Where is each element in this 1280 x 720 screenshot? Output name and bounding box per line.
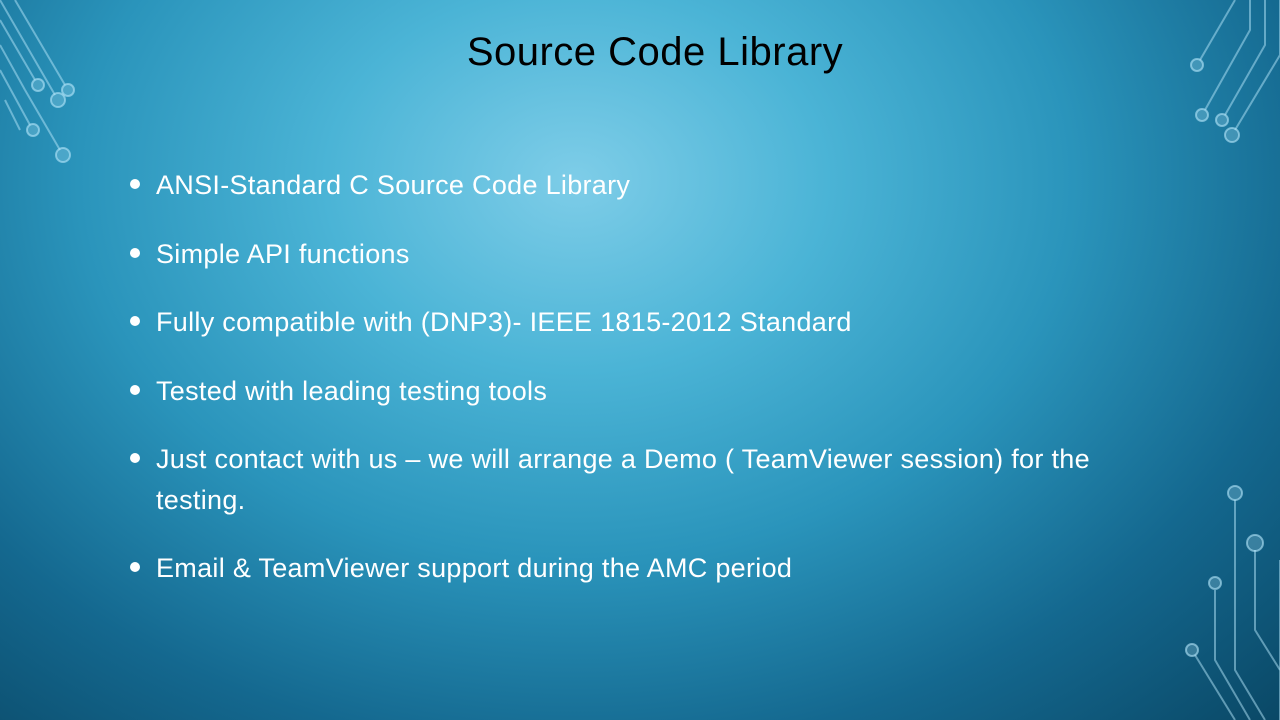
bullet-icon xyxy=(130,179,140,189)
list-item: ANSI-Standard C Source Code Library xyxy=(130,165,1180,206)
bullet-text: Tested with leading testing tools xyxy=(156,371,547,412)
bullet-icon xyxy=(130,316,140,326)
bullet-text: Just contact with us – we will arrange a… xyxy=(156,439,1180,520)
list-item: Fully compatible with (DNP3)- IEEE 1815-… xyxy=(130,302,1180,343)
bullet-icon xyxy=(130,453,140,463)
list-item: Simple API functions xyxy=(130,234,1180,275)
list-item: Just contact with us – we will arrange a… xyxy=(130,439,1180,520)
slide-title: Source Code Library xyxy=(130,30,1180,75)
bullet-text: Fully compatible with (DNP3)- IEEE 1815-… xyxy=(156,302,852,343)
list-item: Tested with leading testing tools xyxy=(130,371,1180,412)
bullet-text: Email & TeamViewer support during the AM… xyxy=(156,548,792,589)
slide-container: Source Code Library ANSI-Standard C Sour… xyxy=(0,0,1280,720)
bullet-icon xyxy=(130,385,140,395)
bullet-text: ANSI-Standard C Source Code Library xyxy=(156,165,630,206)
bullet-list: ANSI-Standard C Source Code Library Simp… xyxy=(130,165,1180,589)
bullet-icon xyxy=(130,248,140,258)
bullet-text: Simple API functions xyxy=(156,234,410,275)
list-item: Email & TeamViewer support during the AM… xyxy=(130,548,1180,589)
bullet-icon xyxy=(130,562,140,572)
